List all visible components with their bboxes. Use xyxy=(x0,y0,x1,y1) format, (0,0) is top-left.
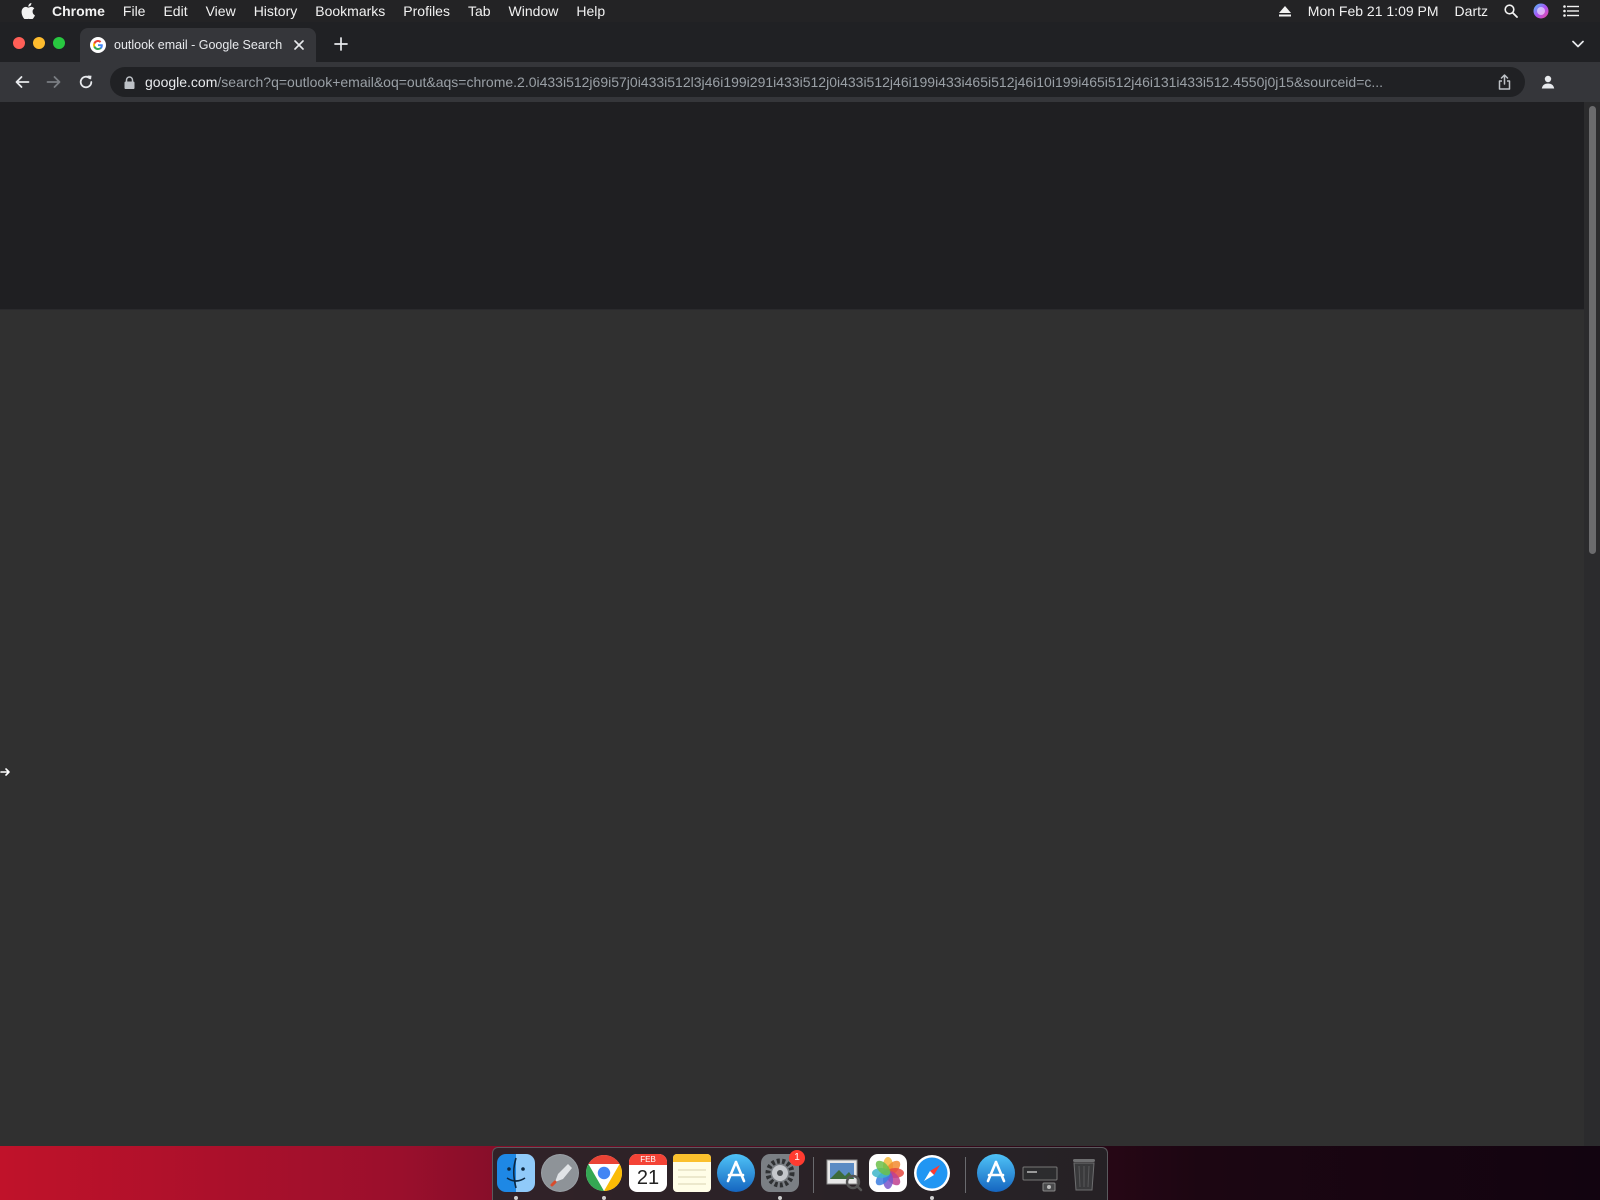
calendar-month: FEB xyxy=(629,1154,667,1165)
menu-app-chrome[interactable]: Chrome xyxy=(43,0,114,22)
menubar-clock[interactable]: Mon Feb 21 1:09 PM xyxy=(1300,0,1447,22)
menu-history[interactable]: History xyxy=(245,0,307,22)
chrome-running-indicator xyxy=(602,1196,606,1200)
menu-bar: Chrome File Edit View History Bookmarks … xyxy=(0,0,1600,22)
finder-icon[interactable] xyxy=(497,1154,535,1192)
control-center-icon[interactable] xyxy=(1559,0,1583,22)
system-preferences-running-indicator xyxy=(778,1196,782,1200)
scrollbar-thumb[interactable] xyxy=(1589,106,1596,554)
screenshots-stack-icon[interactable] xyxy=(1021,1154,1059,1192)
photos-icon[interactable] xyxy=(869,1154,907,1192)
page-body-area xyxy=(0,310,1584,1146)
tab-title: outlook email - Google Search xyxy=(114,38,283,52)
dock: FEB 21 1 xyxy=(492,1147,1108,1200)
siri-icon[interactable] xyxy=(1529,0,1553,22)
plus-icon xyxy=(334,37,348,51)
lock-icon[interactable] xyxy=(122,75,136,89)
page-header-area xyxy=(0,102,1584,310)
reload-icon xyxy=(79,75,93,89)
system-preferences-badge: 1 xyxy=(789,1150,805,1166)
vertical-scrollbar[interactable] xyxy=(1584,102,1600,1146)
apple-menu-icon[interactable] xyxy=(17,0,39,22)
url-host: google.com xyxy=(145,74,218,90)
eject-icon[interactable] xyxy=(1273,0,1297,22)
finder-running-indicator xyxy=(514,1196,518,1200)
forward-button[interactable] xyxy=(42,70,66,94)
notes-icon[interactable] xyxy=(673,1154,711,1192)
address-bar[interactable]: google.com/search?q=outlook+email&oq=out… xyxy=(110,67,1525,97)
preview-icon[interactable] xyxy=(825,1154,863,1192)
dock-separator-2 xyxy=(965,1157,966,1193)
safari-running-indicator xyxy=(930,1196,934,1200)
share-icon[interactable] xyxy=(1495,73,1513,91)
dock-separator xyxy=(813,1157,814,1193)
launchpad-icon[interactable] xyxy=(541,1154,579,1192)
page-viewport xyxy=(0,102,1600,1146)
person-icon xyxy=(1541,75,1555,89)
menu-help[interactable]: Help xyxy=(567,0,614,22)
trash-icon[interactable] xyxy=(1065,1154,1103,1192)
arrow-left-icon xyxy=(15,76,30,88)
tab-strip: outlook email - Google Search xyxy=(0,22,1600,62)
app-store-icon[interactable] xyxy=(717,1154,755,1192)
address-url[interactable]: google.com/search?q=outlook+email&oq=out… xyxy=(145,74,1487,90)
menu-edit[interactable]: Edit xyxy=(154,0,196,22)
menu-view[interactable]: View xyxy=(197,0,245,22)
google-favicon-icon xyxy=(90,37,106,53)
arrow-right-icon xyxy=(46,76,61,88)
menubar-user[interactable]: Dartz xyxy=(1447,0,1496,22)
safari-icon[interactable] xyxy=(913,1154,951,1192)
menu-tab[interactable]: Tab xyxy=(459,0,500,22)
menu-window[interactable]: Window xyxy=(500,0,568,22)
tab-google-search[interactable]: outlook email - Google Search xyxy=(80,28,316,62)
app-store-folder-icon[interactable] xyxy=(977,1154,1015,1192)
window-minimize-button[interactable] xyxy=(33,37,45,49)
window-fullscreen-button[interactable] xyxy=(53,37,65,49)
resize-cursor-icon xyxy=(0,768,10,776)
back-button[interactable] xyxy=(10,70,34,94)
menu-bookmarks[interactable]: Bookmarks xyxy=(306,0,394,22)
tab-close-icon[interactable] xyxy=(290,36,308,54)
chevron-down-icon xyxy=(1572,40,1584,48)
browser-toolbar: google.com/search?q=outlook+email&oq=out… xyxy=(0,62,1600,102)
new-tab-button[interactable] xyxy=(330,33,352,55)
window-controls xyxy=(13,37,65,49)
menu-file[interactable]: File xyxy=(114,0,155,22)
calendar-icon[interactable]: FEB 21 xyxy=(629,1154,667,1192)
spotlight-search-icon[interactable] xyxy=(1499,0,1523,22)
chrome-icon[interactable] xyxy=(585,1154,623,1192)
reload-button[interactable] xyxy=(74,70,98,94)
url-path: /search?q=outlook+email&oq=out&aqs=chrom… xyxy=(217,74,1384,90)
profile-button[interactable] xyxy=(1536,70,1560,94)
tab-search-button[interactable] xyxy=(1568,34,1588,54)
menu-profiles[interactable]: Profiles xyxy=(394,0,459,22)
calendar-day: 21 xyxy=(636,1167,660,1189)
window-close-button[interactable] xyxy=(13,37,25,49)
system-preferences-icon[interactable]: 1 xyxy=(761,1150,805,1192)
